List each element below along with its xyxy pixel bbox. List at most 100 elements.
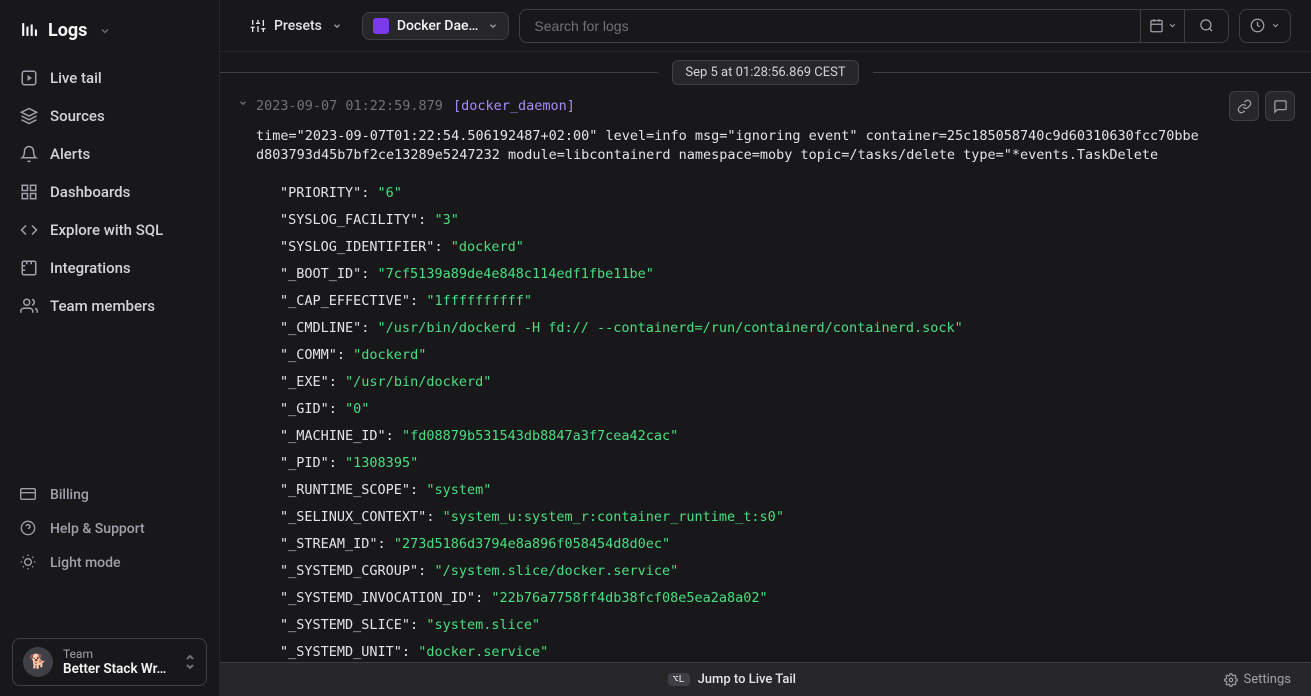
- sidebar-item-label: Alerts: [50, 145, 90, 163]
- sidebar-item-sources[interactable]: Sources: [0, 97, 219, 135]
- field-key: "_GID": [280, 401, 329, 417]
- field-value: "7cf5139a89de4e848c114edf1fbe11be": [378, 266, 654, 282]
- chevron-up-down-icon: [184, 654, 196, 670]
- field-colon: :: [410, 617, 426, 633]
- field-row[interactable]: "_CAP_EFFECTIVE": "1ffffffffff": [280, 288, 1275, 315]
- search-button[interactable]: [1184, 10, 1228, 42]
- sidebar-item-label: Help & Support: [50, 521, 145, 537]
- field-row[interactable]: "_SELINUX_CONTEXT": "system_u:system_r:c…: [280, 504, 1275, 531]
- field-key: "_CMDLINE": [280, 320, 361, 336]
- sidebar-item-alerts[interactable]: Alerts: [0, 135, 219, 173]
- field-value: "6": [378, 185, 402, 201]
- field-row[interactable]: "_EXE": "/usr/bin/dockerd": [280, 369, 1275, 396]
- help-icon: [20, 520, 38, 538]
- gear-icon: [1224, 673, 1238, 687]
- team-avatar-icon: 🐕: [23, 647, 53, 677]
- timestamp-divider: Sep 5 at 01:28:56.869 CEST: [220, 60, 1311, 85]
- field-row[interactable]: "_MACHINE_ID": "fd08879b531543db8847a3f7…: [280, 423, 1275, 450]
- field-value: "dockerd": [353, 347, 426, 363]
- nav-list: Live tail Sources Alerts Dashboards Expl…: [0, 59, 219, 325]
- search-input[interactable]: [520, 10, 1140, 42]
- field-value: "1308395": [345, 455, 418, 471]
- sidebar-item-integrations[interactable]: Integrations: [0, 249, 219, 287]
- field-row[interactable]: "SYSLOG_FACILITY": "3": [280, 207, 1275, 234]
- team-switcher[interactable]: 🐕 Team Better Stack Wr…: [12, 638, 207, 686]
- sidebar-item-live-tail[interactable]: Live tail: [0, 59, 219, 97]
- search-wrap: [519, 9, 1229, 43]
- field-colon: :: [434, 239, 450, 255]
- log-area[interactable]: Sep 5 at 01:28:56.869 CEST 2023-09-07 01…: [220, 52, 1311, 696]
- sidebar-item-team-members[interactable]: Team members: [0, 287, 219, 325]
- field-colon: :: [361, 266, 377, 282]
- field-colon: :: [410, 482, 426, 498]
- chevron-down-icon[interactable]: [99, 25, 111, 37]
- field-value: "/usr/bin/dockerd": [345, 374, 491, 390]
- field-row[interactable]: "_STREAM_ID": "273d5186d3794e8a896f05845…: [280, 531, 1275, 558]
- source-color-swatch: [373, 18, 389, 34]
- field-value: "fd08879b531543db8847a3f7cea42cac": [402, 428, 678, 444]
- sidebar-item-dashboards[interactable]: Dashboards: [0, 173, 219, 211]
- field-row[interactable]: "_SYSTEMD_SLICE": "system.slice": [280, 612, 1275, 639]
- field-value: "/system.slice/docker.service": [434, 563, 678, 579]
- sidebar-item-billing[interactable]: Billing: [0, 478, 219, 512]
- field-colon: :: [410, 293, 426, 309]
- field-key: "_SYSTEMD_SLICE": [280, 617, 410, 633]
- field-key: "_RUNTIME_SCOPE": [280, 482, 410, 498]
- team-name: Better Stack Wr…: [63, 661, 174, 677]
- sidebar-item-help[interactable]: Help & Support: [0, 512, 219, 546]
- field-row[interactable]: "_CMDLINE": "/usr/bin/dockerd -H fd:// -…: [280, 315, 1275, 342]
- sidebar-item-label: Light mode: [50, 555, 121, 571]
- copy-link-button[interactable]: [1229, 91, 1259, 121]
- field-colon: :: [426, 509, 442, 525]
- entry-timestamp: 2023-09-07 01:22:59.879: [256, 97, 443, 117]
- presets-button[interactable]: Presets: [240, 12, 352, 40]
- field-key: "_BOOT_ID": [280, 266, 361, 282]
- field-value: "system.slice": [426, 617, 540, 633]
- layers-icon: [20, 107, 38, 125]
- source-selector[interactable]: Docker Dae…: [362, 12, 510, 40]
- field-key: "_CAP_EFFECTIVE": [280, 293, 410, 309]
- comment-button[interactable]: [1265, 91, 1295, 121]
- settings-label: Settings: [1244, 672, 1291, 687]
- field-row[interactable]: "_RUNTIME_SCOPE": "system": [280, 477, 1275, 504]
- field-row[interactable]: "_GID": "0": [280, 396, 1275, 423]
- field-value: "273d5186d3794e8a896f058454d8d0ec": [394, 536, 670, 552]
- puzzle-icon: [20, 259, 38, 277]
- logo-text: Logs: [48, 20, 87, 41]
- field-row[interactable]: "_COMM": "dockerd": [280, 342, 1275, 369]
- entry-header[interactable]: 2023-09-07 01:22:59.879 [docker_daemon] …: [220, 97, 1311, 166]
- sidebar-item-label: Sources: [50, 107, 105, 125]
- settings-button[interactable]: Settings: [1224, 672, 1291, 687]
- field-row[interactable]: "_BOOT_ID": "7cf5139a89de4e848c114edf1fb…: [280, 261, 1275, 288]
- field-colon: :: [329, 374, 345, 390]
- logo[interactable]: Logs: [0, 20, 219, 59]
- field-key: "SYSLOG_FACILITY": [280, 212, 418, 228]
- field-colon: :: [361, 185, 377, 201]
- entry-message: time="2023-09-07T01:22:54.506192487+02:0…: [256, 127, 1201, 166]
- collapse-toggle[interactable]: [238, 98, 248, 108]
- field-key: "_SYSTEMD_UNIT": [280, 644, 402, 660]
- jump-to-live-tail-button[interactable]: ⌥L Jump to Live Tail: [240, 672, 1224, 687]
- presets-label: Presets: [274, 18, 322, 34]
- toolbar: Presets Docker Dae…: [220, 0, 1311, 52]
- footer-bar: ⌥L Jump to Live Tail Settings: [220, 662, 1311, 696]
- field-row[interactable]: "PRIORITY": "6": [280, 180, 1275, 207]
- sidebar-item-explore-sql[interactable]: Explore with SQL: [0, 211, 219, 249]
- field-row[interactable]: "_SYSTEMD_INVOCATION_ID": "22b76a7758ff4…: [280, 585, 1275, 612]
- field-colon: :: [418, 563, 434, 579]
- grid-icon: [20, 183, 38, 201]
- field-colon: :: [361, 320, 377, 336]
- field-value: "system": [426, 482, 491, 498]
- date-picker-button[interactable]: [1140, 10, 1184, 42]
- timestamp-chip: Sep 5 at 01:28:56.869 CEST: [672, 60, 858, 85]
- bell-icon: [20, 145, 38, 163]
- field-row[interactable]: "_SYSTEMD_CGROUP": "/system.slice/docker…: [280, 558, 1275, 585]
- time-button[interactable]: [1239, 9, 1291, 43]
- field-value: "0": [345, 401, 369, 417]
- users-icon: [20, 297, 38, 315]
- field-row[interactable]: "_PID": "1308395": [280, 450, 1275, 477]
- sidebar-item-light-mode[interactable]: Light mode: [0, 546, 219, 580]
- sun-icon: [20, 554, 38, 572]
- field-row[interactable]: "SYSLOG_IDENTIFIER": "dockerd": [280, 234, 1275, 261]
- chevron-down-icon: [488, 21, 498, 31]
